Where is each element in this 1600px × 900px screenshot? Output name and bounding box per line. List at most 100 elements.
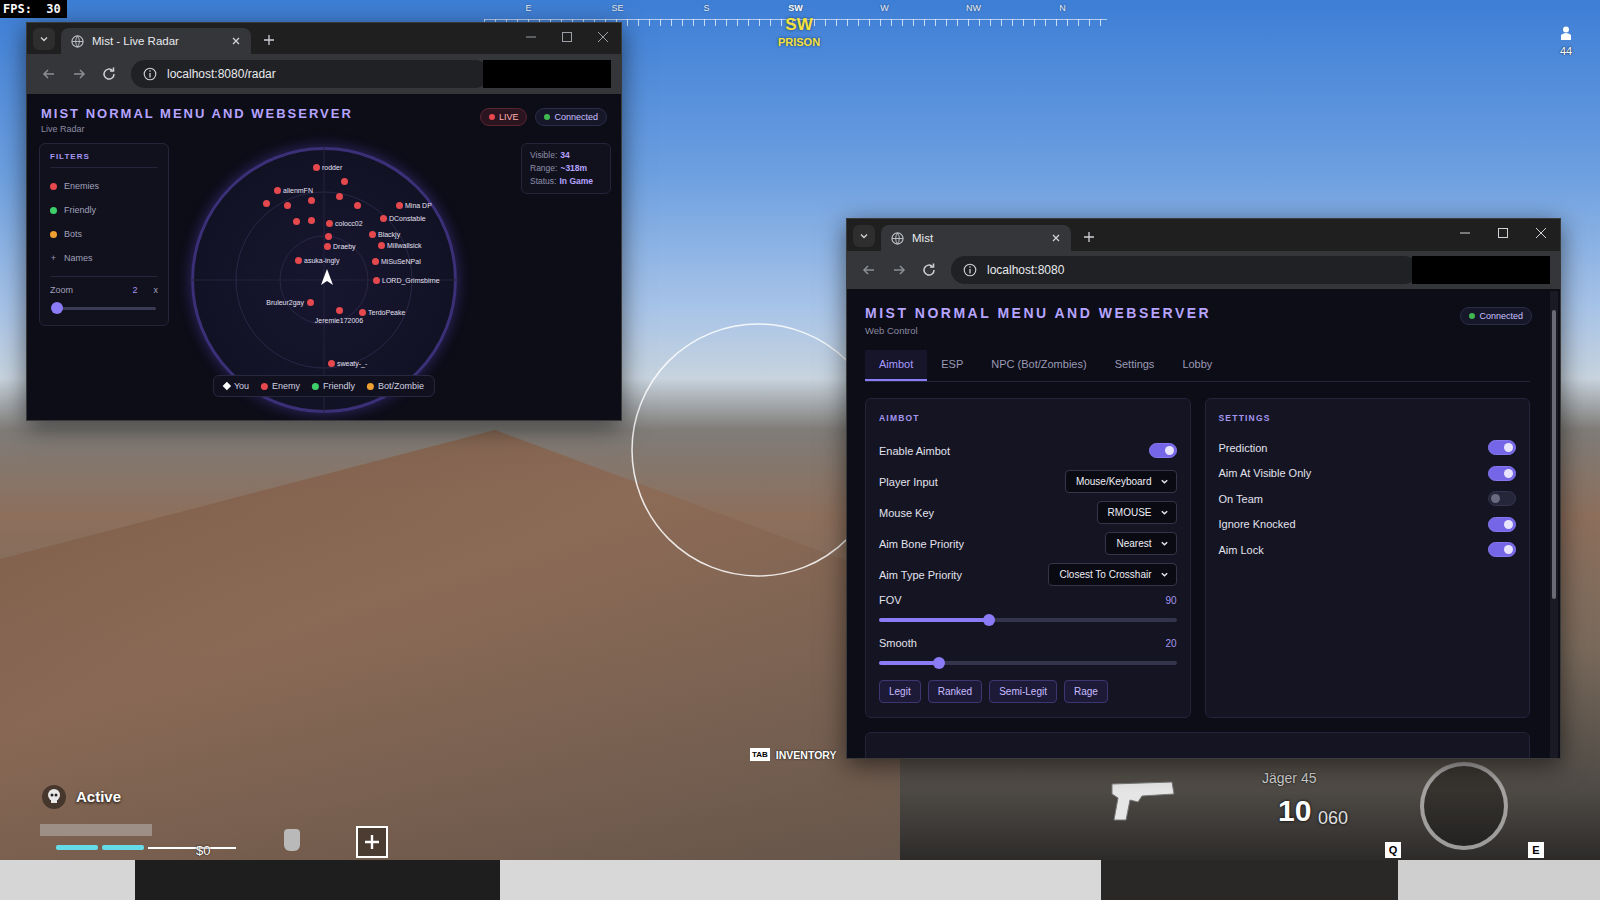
- select-row: Aim Bone PriorityNearest: [879, 528, 1177, 559]
- legend-item: You: [224, 381, 249, 391]
- blip-name: Jeremie172006: [315, 316, 363, 325]
- menu-tab[interactable]: ESP: [927, 350, 977, 381]
- toggle-switch[interactable]: [1488, 466, 1516, 481]
- enemy-blip: [308, 197, 315, 204]
- address-bar[interactable]: localhost:8080/radar: [131, 60, 489, 88]
- plus-button[interactable]: [356, 826, 388, 858]
- close-tab-icon[interactable]: [1051, 233, 1061, 243]
- status-badge: Connected: [1460, 307, 1532, 325]
- new-tab-icon[interactable]: [1083, 231, 1095, 243]
- window-controls: [513, 23, 621, 51]
- slider-thumb[interactable]: [983, 614, 995, 626]
- filter-item[interactable]: Friendly: [50, 198, 158, 222]
- address-bar[interactable]: localhost:8080: [951, 256, 1418, 284]
- reload-icon[interactable]: [101, 66, 117, 82]
- toggle-switch[interactable]: [1149, 443, 1177, 458]
- menu-window[interactable]: Mist localhost:8080 MIST NORMAL MENU AND W…: [846, 218, 1561, 759]
- close-window-icon[interactable]: [585, 23, 621, 51]
- titles: MIST NORMAL MENU AND WEBSERVERWeb Contro…: [865, 305, 1211, 336]
- health-line: [148, 847, 236, 849]
- row-label: Aim At Visible Only: [1219, 467, 1312, 479]
- enemy-blip: [372, 258, 379, 265]
- location: PRISON: [749, 36, 849, 48]
- select-row: Mouse KeyRMOUSE: [879, 497, 1177, 528]
- menu-tab[interactable]: Settings: [1101, 350, 1169, 381]
- browser-tab[interactable]: Mist: [881, 225, 1071, 251]
- enemy-blip: [359, 309, 366, 316]
- menu-tab[interactable]: NPC (Bot/Zombies): [977, 350, 1100, 381]
- scrollbar-thumb[interactable]: [1552, 310, 1556, 600]
- toggle-switch[interactable]: [1488, 491, 1516, 506]
- dropdown[interactable]: RMOUSE: [1097, 501, 1177, 524]
- slider-track[interactable]: [879, 618, 1177, 622]
- toggle-switch[interactable]: [1488, 440, 1516, 455]
- info-icon[interactable]: [963, 263, 977, 277]
- close-window-icon[interactable]: [1522, 219, 1560, 247]
- filter-item[interactable]: +Names: [50, 246, 158, 270]
- zoom-row: Zoom2x: [50, 285, 158, 295]
- menu-tab[interactable]: Aimbot: [865, 350, 927, 381]
- blip-name: MiSuSeNPal: [381, 257, 421, 266]
- menu-tab[interactable]: Lobby: [1168, 350, 1226, 381]
- radar: rodderalienmFNMina DPDConstableBlackjyco…: [191, 147, 457, 421]
- blip-name: Mina DP: [405, 201, 432, 210]
- legend-dot: [367, 383, 374, 390]
- minimize-icon[interactable]: [513, 23, 549, 51]
- slider-track[interactable]: [879, 661, 1177, 665]
- chevron-down-icon: [1160, 508, 1169, 517]
- zoom-slider[interactable]: [52, 307, 156, 310]
- separator: [50, 276, 158, 277]
- enemy-blip: [328, 360, 335, 367]
- enemy-blip: [380, 215, 387, 222]
- stat-label: Status:: [530, 176, 556, 187]
- forward-arrow-icon[interactable]: [71, 66, 87, 82]
- zoom-thumb[interactable]: [51, 302, 63, 314]
- slider-thumb[interactable]: [933, 657, 945, 669]
- filter-item[interactable]: Enemies: [50, 174, 158, 198]
- new-tab-icon[interactable]: [263, 34, 275, 46]
- preset-button[interactable]: Ranked: [928, 680, 982, 703]
- preset-button[interactable]: Rage: [1064, 680, 1108, 703]
- filter-label: Friendly: [64, 205, 96, 215]
- legend-label: Bot/Zombie: [378, 381, 424, 391]
- enemy-blip: [324, 243, 331, 250]
- minimize-icon[interactable]: [1446, 219, 1484, 247]
- close-tab-icon[interactable]: [231, 36, 241, 46]
- redacted-area: [1412, 256, 1550, 284]
- toggle-switch[interactable]: [1488, 542, 1516, 557]
- tab-search-button[interactable]: [33, 28, 55, 50]
- cash: $0: [196, 843, 210, 858]
- radar-window[interactable]: Mist - Live Radarlocalhost:8080/radarMIS…: [26, 22, 622, 421]
- back-arrow-icon[interactable]: [41, 66, 57, 82]
- dropdown-value: RMOUSE: [1108, 507, 1152, 518]
- maximize-icon[interactable]: [549, 23, 585, 51]
- filter-label: Enemies: [64, 181, 99, 191]
- dropdown[interactable]: Nearest: [1105, 532, 1176, 555]
- zoom-value: 2: [132, 285, 137, 295]
- dropdown[interactable]: Mouse/Keyboard: [1065, 470, 1177, 493]
- browser-tab[interactable]: Mist - Live Radar: [61, 28, 251, 54]
- enemy-blip: [263, 200, 270, 207]
- preset-button[interactable]: Semi-Legit: [989, 680, 1057, 703]
- enemy-blip: [336, 307, 343, 314]
- reload-icon[interactable]: [921, 262, 937, 278]
- dropdown[interactable]: Closest To Crosshair: [1048, 563, 1176, 586]
- scrollbar[interactable]: [1550, 291, 1558, 758]
- info-icon[interactable]: [143, 67, 157, 81]
- slider-header: Smooth20: [879, 633, 1177, 653]
- tab-title: Mist - Live Radar: [92, 35, 223, 47]
- enemy-blip: [369, 231, 376, 238]
- filter-item[interactable]: Bots: [50, 222, 158, 246]
- preset-button[interactable]: Legit: [879, 680, 921, 703]
- tab-search-button[interactable]: [853, 225, 875, 247]
- maximize-icon[interactable]: [1484, 219, 1522, 247]
- weapon-name: Jäger 45: [1262, 770, 1316, 786]
- legend-label: You: [234, 381, 249, 391]
- page-header: MIST NORMAL MENU AND WEBSERVERWeb Contro…: [865, 305, 1530, 336]
- row-label: On Team: [1219, 493, 1263, 505]
- back-arrow-icon[interactable]: [861, 262, 877, 278]
- legend-label: Enemy: [272, 381, 300, 391]
- players-count: 44: [1560, 45, 1572, 57]
- toggle-switch[interactable]: [1488, 517, 1516, 532]
- forward-arrow-icon[interactable]: [891, 262, 907, 278]
